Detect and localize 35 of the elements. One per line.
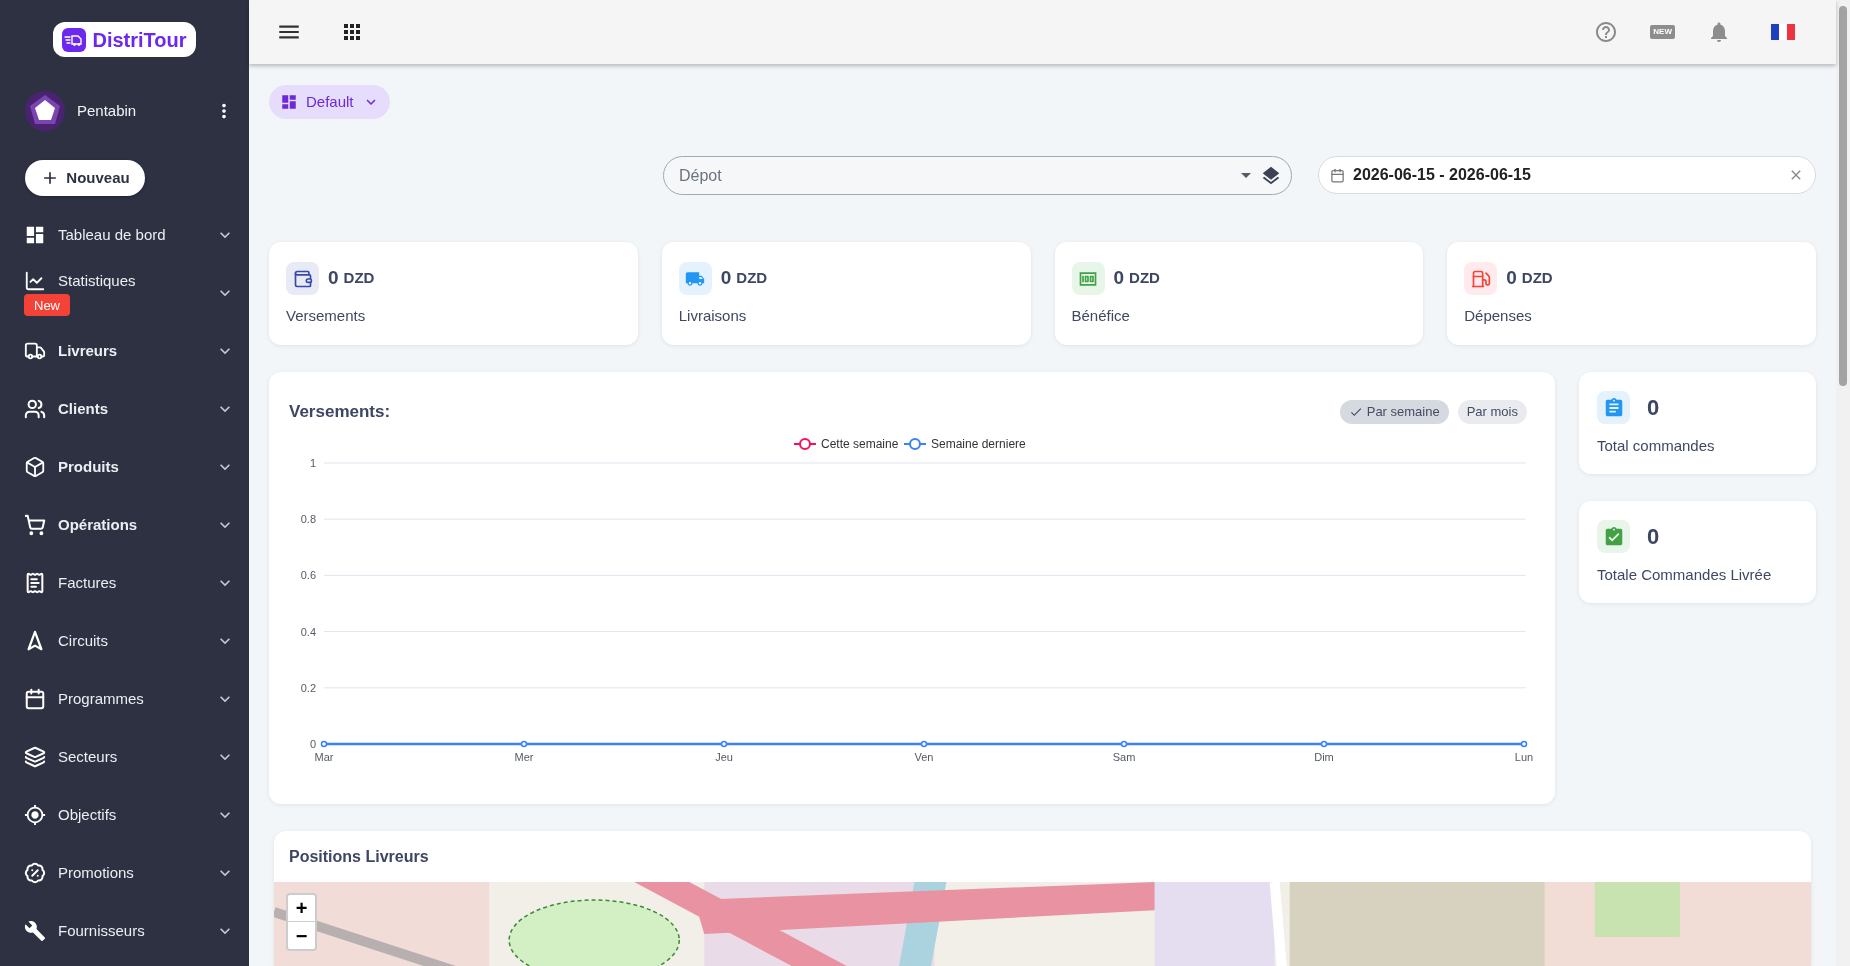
- order-count: 0: [1647, 394, 1660, 422]
- legend-label: Cette semaine: [821, 437, 899, 451]
- legend-label: Semaine derniere: [931, 437, 1026, 451]
- y-tick-label: 0.6: [300, 569, 316, 582]
- y-tick-label: 0.4: [300, 625, 316, 638]
- stat-unit: DZD: [343, 268, 375, 289]
- x-tick-label: Lun: [1514, 751, 1533, 763]
- panel-title: Positions Livreurs: [289, 846, 429, 867]
- y-tick-label: 0.2: [300, 681, 316, 694]
- x-tick-label: Ven: [914, 751, 934, 763]
- stat-label: Livraisons: [678, 306, 747, 326]
- x-tick-label: Sam: [1112, 751, 1136, 763]
- new-tag: New: [24, 294, 70, 317]
- x-tick-label: Mer: [514, 751, 534, 763]
- order-label: Totale Commandes Livrée: [1597, 565, 1772, 585]
- order-label: Total commandes: [1597, 436, 1715, 456]
- stat-unit: DZD: [1521, 268, 1553, 289]
- stat-unit: DZD: [1129, 268, 1160, 289]
- stat-value: 0: [1506, 266, 1517, 291]
- stat-unit: DZD: [736, 268, 768, 289]
- x-tick-label: Jeu: [715, 751, 733, 763]
- stat-label: Dépenses: [1464, 306, 1532, 326]
- stat-label: Versements: [286, 306, 366, 326]
- order-count: 0: [1647, 523, 1660, 551]
- y-tick-label: 1: [309, 457, 316, 469]
- x-tick-label: Dim: [1314, 751, 1334, 763]
- chart-title: Versements:: [289, 401, 391, 424]
- stat-value: 0: [720, 266, 732, 291]
- stat-label: Bénéfice: [1071, 306, 1130, 326]
- stat-value: 0: [328, 266, 339, 291]
- user-name: Pentabin: [77, 100, 137, 121]
- x-tick-label: Mar: [314, 751, 334, 763]
- y-tick-label: 0: [309, 738, 316, 750]
- y-tick-label: 0.8: [300, 513, 316, 526]
- stat-value: 0: [1113, 266, 1125, 291]
